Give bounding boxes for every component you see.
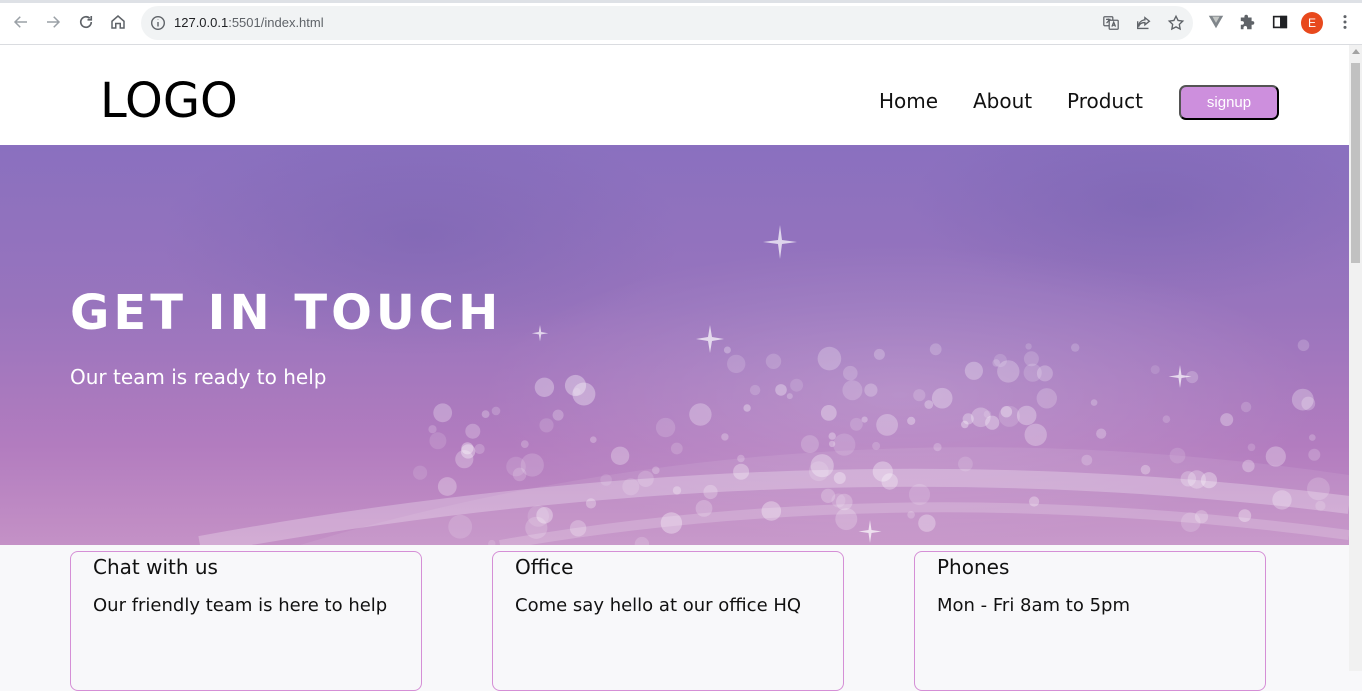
- browser-toolbar: 127.0.0.1:5501/index.html E: [0, 0, 1362, 45]
- card-title: Chat with us: [93, 555, 218, 579]
- scroll-up-arrow-icon[interactable]: [1352, 49, 1360, 54]
- url-host: 127.0.0.1: [174, 15, 229, 30]
- bookmark-star-icon[interactable]: [1167, 14, 1185, 32]
- card-text: Come say hello at our office HQ: [515, 595, 802, 616]
- home-icon[interactable]: [107, 11, 129, 33]
- hero-banner: GET IN TOUCH Our team is ready to help: [0, 145, 1349, 545]
- tab-strip-edge: [0, 0, 1362, 3]
- site-info-icon[interactable]: [150, 15, 166, 31]
- share-icon[interactable]: [1135, 14, 1153, 32]
- browser-menu-icon[interactable]: [1336, 13, 1354, 31]
- card-title: Phones: [937, 555, 1010, 579]
- extensions-puzzle-icon[interactable]: [1239, 13, 1257, 31]
- card-title: Office: [515, 555, 574, 579]
- card-text: Mon - Fri 8am to 5pm: [937, 595, 1130, 616]
- contact-card-phones: Phones Mon - Fri 8am to 5pm: [914, 551, 1266, 691]
- contact-card-office: Office Come say hello at our office HQ: [492, 551, 844, 691]
- nav-link-product[interactable]: Product: [1067, 89, 1143, 113]
- back-arrow-icon[interactable]: [10, 11, 32, 33]
- translate-icon[interactable]: [1102, 14, 1120, 32]
- site-logo[interactable]: LOGO: [100, 75, 238, 127]
- hero-bokeh-background: [160, 145, 1349, 545]
- site-header: LOGO Home About Product signup: [0, 45, 1349, 145]
- card-text: Our friendly team is here to help: [93, 595, 388, 616]
- reload-icon[interactable]: [75, 11, 97, 33]
- scroll-thumb[interactable]: [1351, 63, 1360, 263]
- nav-link-home[interactable]: Home: [879, 89, 938, 113]
- hero-title: GET IN TOUCH: [70, 285, 503, 341]
- url-path: :5501/index.html: [228, 15, 324, 30]
- nav-link-about[interactable]: About: [973, 89, 1032, 113]
- signup-button[interactable]: signup: [1179, 85, 1279, 120]
- contact-card-chat: Chat with us Our friendly team is here t…: [70, 551, 422, 691]
- url-text[interactable]: 127.0.0.1:5501/index.html: [174, 15, 324, 30]
- hero-subtitle: Our team is ready to help: [70, 365, 327, 389]
- side-panel-icon[interactable]: [1271, 13, 1289, 31]
- page-scrollbar[interactable]: [1349, 45, 1362, 671]
- vpn-extension-icon[interactable]: [1207, 13, 1225, 31]
- profile-avatar[interactable]: E: [1301, 12, 1323, 34]
- address-bar[interactable]: 127.0.0.1:5501/index.html: [141, 6, 1193, 40]
- forward-arrow-icon[interactable]: [42, 11, 64, 33]
